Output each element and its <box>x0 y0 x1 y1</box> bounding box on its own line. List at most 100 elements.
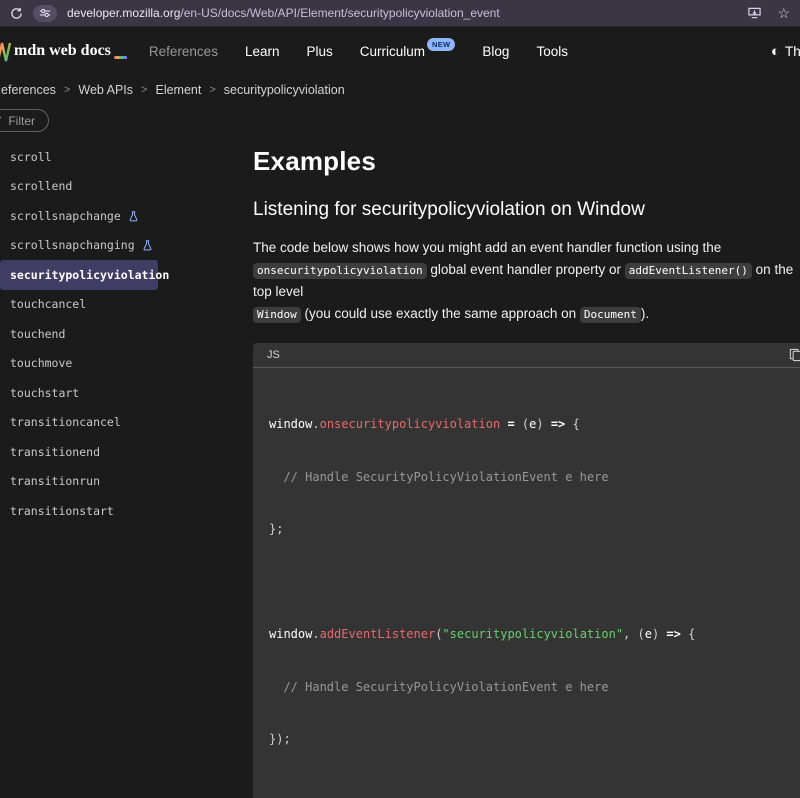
sidebar-item-touchmove[interactable]: touchmove <box>0 349 253 379</box>
reload-icon[interactable] <box>10 7 23 20</box>
mdn-header: mdn web docs References Learn Plus Curri… <box>0 27 800 76</box>
paragraph-text: ). <box>641 306 649 321</box>
filter-label: Filter <box>8 114 35 128</box>
theme-toggle[interactable]: ◐ Theme <box>771 27 800 76</box>
inline-code-addeventlistener[interactable]: addEventListener() <box>625 263 752 279</box>
crumb-references[interactable]: References <box>0 83 56 97</box>
sidebar-item-scrollsnapchanging[interactable]: scrollsnapchanging <box>0 231 253 261</box>
sidebar-item-securitypolicyviolation[interactable]: securitypolicyviolation <box>0 260 158 290</box>
code-token: ( <box>435 627 442 641</box>
bookmark-star-icon[interactable]: ☆ <box>777 6 790 20</box>
code-token: => <box>659 627 688 641</box>
code-token: = <box>500 417 522 431</box>
experimental-flask-icon <box>128 211 139 222</box>
code-line: window.onsecuritypolicyviolation = (e) =… <box>269 416 794 434</box>
code-token: { <box>573 417 580 431</box>
mdn-logo-underscore <box>114 56 127 59</box>
install-page-icon[interactable] <box>747 6 762 20</box>
main-nav: References Learn Plus CurriculumNEW Blog… <box>149 44 568 59</box>
copy-code-icon[interactable] <box>789 348 800 365</box>
sidebar: Filter scroll scrollend scrollsnapchange… <box>0 104 253 526</box>
crumb-element[interactable]: Element <box>155 83 201 97</box>
nav-plus[interactable]: Plus <box>306 44 332 59</box>
theme-icon: ◐ <box>771 44 780 59</box>
code-token: ) <box>536 417 543 431</box>
code-comment: // Handle SecurityPolicyViolationEvent e… <box>269 470 609 484</box>
code-string: "securitypolicyviolation" <box>442 627 623 641</box>
code-token: window <box>269 417 312 431</box>
sidebar-item-label: scroll <box>10 150 52 164</box>
sidebar-item-transitioncancel[interactable]: transitioncancel <box>0 408 253 438</box>
code-line: // Handle SecurityPolicyViolationEvent e… <box>269 679 794 697</box>
url-domain: developer.mozilla.org <box>67 6 180 20</box>
breadcrumb: References > Web APIs > Element > securi… <box>0 76 800 104</box>
code-line: }; <box>269 521 794 539</box>
inline-code-window[interactable]: Window <box>253 307 301 323</box>
sidebar-item-label: touchend <box>10 327 65 341</box>
url-path: /en-US/docs/Web/API/Element/securitypoli… <box>180 6 499 20</box>
sidebar-item-label: transitionend <box>10 445 100 459</box>
code-token: . <box>312 627 319 641</box>
code-token: onsecuritypolicyviolation <box>320 417 501 431</box>
sidebar-item-scrollend[interactable]: scrollend <box>0 172 253 202</box>
sidebar-item-scrollsnapchange[interactable]: scrollsnapchange <box>0 201 253 231</box>
subsection-heading: Listening for securitypolicyviolation on… <box>253 198 800 221</box>
paragraph-line: Window (you could use exactly the same a… <box>253 303 800 326</box>
sidebar-item-label: transitionrun <box>10 474 100 488</box>
breadcrumb-separator: > <box>209 84 215 96</box>
code-token: addEventListener <box>320 627 436 641</box>
intro-paragraph: The code below shows how you might add a… <box>253 237 800 325</box>
theme-label: Theme <box>785 44 800 59</box>
crumb-current-page: securitypolicyviolation <box>224 83 345 97</box>
code-token: }); <box>269 732 291 746</box>
paragraph-text: (you could use exactly the same approach… <box>301 306 580 321</box>
code-line-blank <box>269 574 794 592</box>
breadcrumb-separator: > <box>64 84 70 96</box>
mdn-logo-text: mdn web docs <box>14 43 111 62</box>
sidebar-event-list: scroll scrollend scrollsnapchange scroll… <box>0 142 253 526</box>
code-token: ( <box>630 627 644 641</box>
crumb-web-apis[interactable]: Web APIs <box>78 83 133 97</box>
mdn-logo[interactable]: mdn web docs <box>0 42 127 62</box>
code-line: window.addEventListener("securitypolicyv… <box>269 626 794 644</box>
sidebar-item-transitionend[interactable]: transitionend <box>0 437 253 467</box>
filter-button[interactable]: Filter <box>0 109 49 132</box>
nav-curriculum-label: Curriculum <box>360 44 425 59</box>
code-token: . <box>312 417 319 431</box>
paragraph-line: onsecuritypolicyviolation global event h… <box>253 259 800 303</box>
article: Examples Listening for securitypolicyvio… <box>253 104 800 798</box>
sidebar-item-transitionstart[interactable]: transitionstart <box>0 496 253 526</box>
sidebar-item-label: touchstart <box>10 386 79 400</box>
code-token: e <box>645 627 652 641</box>
nav-references[interactable]: References <box>149 44 218 59</box>
sidebar-item-label: transitionstart <box>10 504 114 518</box>
browser-toolbar: developer.mozilla.org/en-US/docs/Web/API… <box>0 0 800 27</box>
code-token: window <box>269 627 312 641</box>
mdn-logo-mark <box>0 42 11 62</box>
code-comment: // Handle SecurityPolicyViolationEvent e… <box>269 680 609 694</box>
sidebar-item-touchend[interactable]: touchend <box>0 319 253 349</box>
sidebar-item-touchcancel[interactable]: touchcancel <box>0 290 253 320</box>
code-language-label: JS <box>267 349 280 361</box>
site-settings-icon[interactable] <box>33 5 57 22</box>
sidebar-item-label: scrollsnapchanging <box>10 238 135 252</box>
sidebar-item-label: touchcancel <box>10 297 86 311</box>
new-badge: NEW <box>427 38 455 51</box>
nav-curriculum[interactable]: CurriculumNEW <box>360 44 456 59</box>
sidebar-item-touchstart[interactable]: touchstart <box>0 378 253 408</box>
code-line: }); <box>269 731 794 749</box>
sidebar-item-label: scrollend <box>10 179 72 193</box>
sidebar-item-scroll[interactable]: scroll <box>0 142 253 172</box>
nav-learn[interactable]: Learn <box>245 44 280 59</box>
section-heading-examples: Examples <box>253 146 800 176</box>
address-bar[interactable]: developer.mozilla.org/en-US/docs/Web/API… <box>67 6 500 20</box>
inline-code-document[interactable]: Document <box>580 307 641 323</box>
nav-blog[interactable]: Blog <box>482 44 509 59</box>
paragraph-text: global event handler property or <box>427 262 625 277</box>
code-token: { <box>688 627 695 641</box>
nav-tools[interactable]: Tools <box>536 44 568 59</box>
filter-funnel-icon <box>0 116 2 126</box>
sidebar-item-transitionrun[interactable]: transitionrun <box>0 467 253 497</box>
inline-code-onsecuritypolicyviolation[interactable]: onsecuritypolicyviolation <box>253 263 427 279</box>
code-token: }; <box>269 522 283 536</box>
